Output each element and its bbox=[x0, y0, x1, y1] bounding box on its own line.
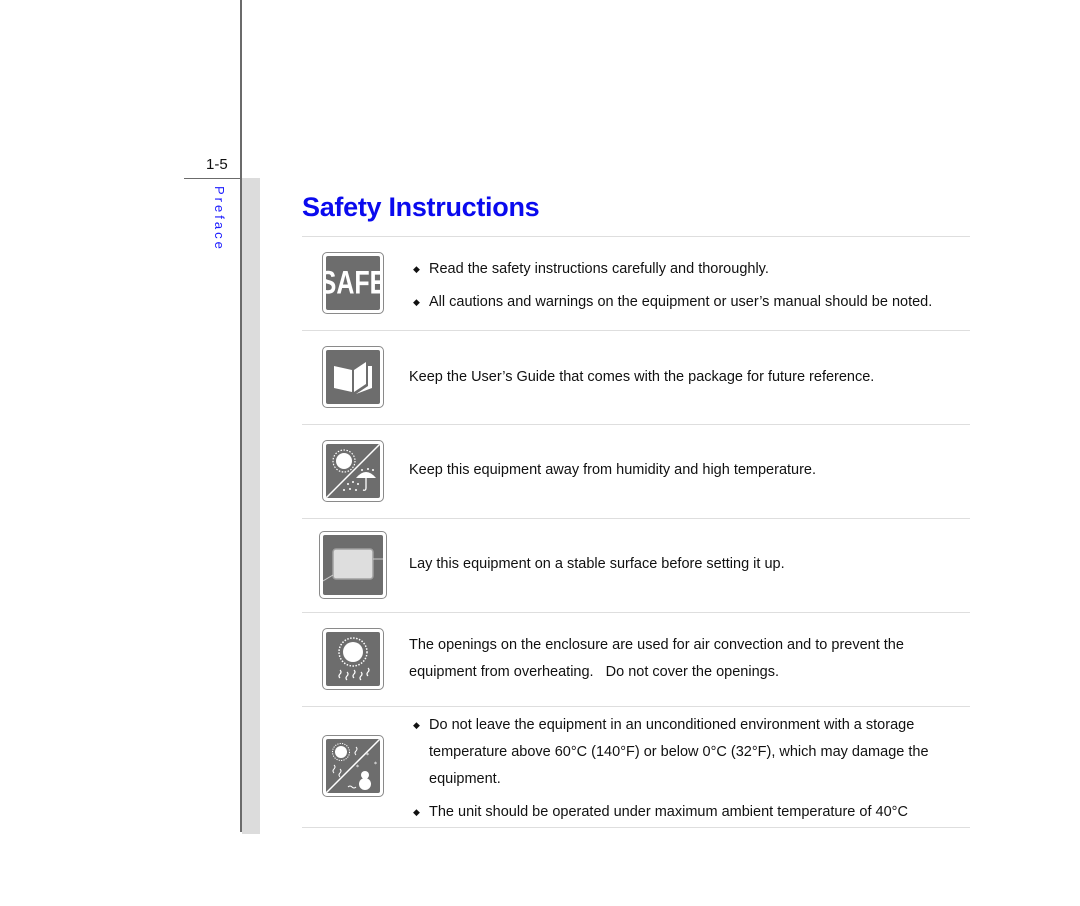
divider bbox=[302, 424, 970, 425]
divider bbox=[302, 612, 970, 613]
safety-text-line: equipment from overheating. Do not cover… bbox=[409, 664, 779, 680]
storage-temperature-icon: * * * bbox=[322, 735, 384, 797]
page-number: 1-5 bbox=[206, 156, 228, 173]
safety-text: Keep the User’s Guide that comes with th… bbox=[409, 369, 875, 385]
divider bbox=[302, 518, 970, 519]
bullet-icon: ◆ bbox=[413, 297, 420, 307]
bullet-icon: ◆ bbox=[413, 807, 420, 817]
bullet-text: Do not leave the equipment in an uncondi… bbox=[429, 717, 929, 787]
bullet-text: All cautions and warnings on the equipme… bbox=[429, 294, 933, 310]
divider bbox=[302, 330, 970, 331]
page-title: Safety Instructions bbox=[302, 192, 540, 222]
safe-icon-text: SAFE bbox=[326, 266, 380, 302]
bullet-icon: ◆ bbox=[413, 264, 420, 274]
safe-icon: SAFE bbox=[322, 252, 384, 314]
safety-text: The openings on the enclosure are used f… bbox=[409, 632, 904, 686]
bullet-text: The unit should be operated under maximu… bbox=[429, 804, 908, 820]
section-label: Preface bbox=[212, 186, 227, 252]
bullet-icon: ◆ bbox=[413, 720, 420, 730]
book-icon bbox=[322, 346, 384, 408]
divider bbox=[302, 706, 970, 707]
svg-text:*: * bbox=[356, 764, 359, 771]
safety-text: Lay this equipment on a stable surface b… bbox=[409, 556, 785, 572]
margin-gray-bar bbox=[242, 178, 260, 834]
ventilation-icon bbox=[322, 628, 384, 690]
safety-bullet: ◆ Do not leave the equipment in an uncon… bbox=[409, 712, 969, 793]
humidity-temperature-icon bbox=[322, 440, 384, 502]
divider bbox=[302, 236, 970, 237]
safety-text-line: The openings on the enclosure are used f… bbox=[409, 637, 904, 653]
safety-bullet: ◆ The unit should be operated under maxi… bbox=[409, 799, 969, 826]
svg-text:*: * bbox=[374, 761, 377, 768]
page-number-rule bbox=[184, 178, 242, 179]
safety-text: Keep this equipment away from humidity a… bbox=[409, 462, 817, 478]
bullet-text: Read the safety instructions carefully a… bbox=[429, 261, 769, 277]
stable-surface-icon bbox=[319, 531, 387, 599]
safety-bullet: ◆ Read the safety instructions carefully… bbox=[409, 256, 969, 283]
safety-bullet: ◆ All cautions and warnings on the equip… bbox=[409, 289, 969, 316]
divider bbox=[302, 827, 970, 828]
svg-text:*: * bbox=[366, 752, 369, 759]
